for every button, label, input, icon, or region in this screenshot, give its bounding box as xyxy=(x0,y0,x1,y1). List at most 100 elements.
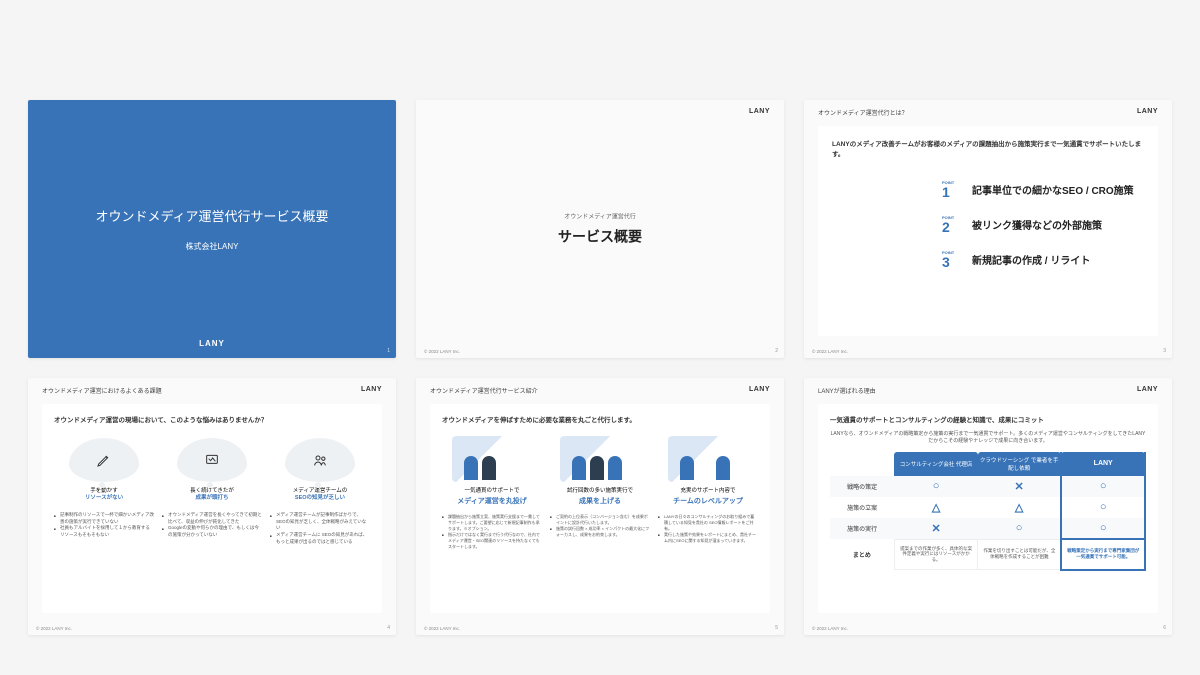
slide5-crumb: オウンドメディア運営代行サービス紹介 xyxy=(430,386,538,395)
slide4-cap3-hl: SEOの知見が乏しい xyxy=(295,495,345,501)
th-lany: LANY xyxy=(1061,452,1145,476)
r1c3: ○ xyxy=(1061,476,1145,497)
slide3-intro: LANYのメディア改善チームがお客様のメディアの課題抽出から施策実行まで一気通貫… xyxy=(832,138,1144,158)
pencil-icon xyxy=(69,438,139,482)
r3-label: 施策の実行 xyxy=(830,518,894,540)
slide-2: LANY オウンドメディア運営代行 サービス概要 © 2022 LANY Inc… xyxy=(416,100,784,358)
slide6-copyright: © 2022 LANY Inc. xyxy=(812,626,848,631)
slide4-copyright: © 2022 LANY Inc. xyxy=(36,626,72,631)
slide6-desc: LANYなら、オウンドメディアの戦略策定から施策の実行まで一気通貫でサポート。多… xyxy=(830,430,1146,444)
slide4-cap-2: 長く続けてきたが 成果が頭打ち xyxy=(190,488,234,502)
slide4-col-1: 手を動かす リソースがない xyxy=(54,438,154,502)
slide5-copyright: © 2022 LANY Inc. xyxy=(424,626,460,631)
s5c2hl: 成果を上げる xyxy=(567,497,633,506)
slide4-cols: 手を動かす リソースがない 長く続けてきたが 成果が頭打ち xyxy=(54,438,370,502)
slide4-q: オウンドメディア運営の現場において、このような悩みはありませんか？ xyxy=(54,414,370,424)
s5b2a: ご契約の上位表示（コンバージョン含む）を成果ポイントに設計代行いたします。 xyxy=(550,514,650,526)
slide6-crumb: LANYが選ばれる理由 xyxy=(818,386,876,395)
r2c2: △ xyxy=(978,497,1062,518)
slide4-bul-2: オウンドメディア運営を長くやってきて初期と比べて、収益の伸びが鈍化してきた Go… xyxy=(162,512,262,546)
slide4-cap-1: 手を動かす リソースがない xyxy=(85,488,123,502)
slide4-cap2-hl: 成果が頭打ち xyxy=(195,495,228,501)
slide3-pagenum: 3 xyxy=(1163,348,1166,354)
slide2-copyright: © 2022 LANY Inc. xyxy=(424,349,460,354)
s5c1hl: メディア運営を丸投げ xyxy=(457,497,527,506)
s5b2b: 施策の試行回数 × 成功率 × インパクトの最大化にフォーカスし、成果をお約束し… xyxy=(550,526,650,538)
slide5-col-1: 一気通貫のサポートで メディア運営を丸投げ 課題抽出から施策立案、施策実行支援ま… xyxy=(442,436,542,550)
slide4-crumb: オウンドメディア運営におけるよくある課題 xyxy=(42,386,162,395)
slide5-logo: LANY xyxy=(749,386,770,393)
slide1-pagenum: 1 xyxy=(387,348,390,354)
r1-label: 戦略の策定 xyxy=(830,476,894,497)
row-summary: まとめ 提案までの作業が多く、具体的な案件定義や実行にはリソースがかかる。 作業… xyxy=(830,539,1145,570)
r1c1: ○ xyxy=(894,476,978,497)
slide3-point-2: POINT 2 被リンク獲得などの外部施策 xyxy=(942,207,1144,242)
slide4-body: オウンドメディア運営の現場において、このような悩みはありませんか？ 手を動かす … xyxy=(42,404,382,614)
slide5-col-2: 試行回数の多い施策実行で 成果を上げる ご契約の上位表示（コンバージョン含む）を… xyxy=(550,436,650,550)
row-2: LANY オウンドメディア運営におけるよくある課題 オウンドメディア運営の現場に… xyxy=(28,378,1172,636)
comparison-table: コンサルティング会社 代理店 クラウドソーシング で業者を手配し依頼 LANY … xyxy=(830,452,1146,571)
s5b3b: 実行した施策や効果をレポートにまとめ、貴社チーム内にSEOに関する知見が溜まって… xyxy=(658,532,758,544)
slide4-cap3-pre: メディア運営チームの xyxy=(293,488,347,494)
th-consult: コンサルティング会社 代理店 xyxy=(894,452,978,476)
slide-1: オウンドメディア運営代行サービス概要 株式会社LANY LANY 1 xyxy=(28,100,396,358)
slide3-point-3: POINT 3 新規記事の作成 / リライト xyxy=(942,242,1144,277)
th-empty xyxy=(830,452,894,476)
slide3-crumb: オウンドメディア運営代行とは？ xyxy=(818,108,908,117)
s4b3b: メディア運営チームに SEOの知見があれば、もっと成果が出るのではと感じている xyxy=(270,532,370,546)
summary-3: 戦略策定から実行まで専門家集団が一気通貫でサポート可能。 xyxy=(1061,539,1145,570)
summary-2: 作業を切り出すことは可能だが、全体戦略を作成することが困難 xyxy=(978,539,1062,570)
slide4-col-2: 長く続けてきたが 成果が頭打ち xyxy=(162,438,262,502)
point3-num-wrap: POINT 3 xyxy=(942,250,960,269)
illust-results-icon xyxy=(560,436,640,482)
slide-4: LANY オウンドメディア運営におけるよくある課題 オウンドメディア運営の現場に… xyxy=(28,378,396,636)
slide-6: LANY LANYが選ばれる理由 一気通貫のサポートとコンサルティングの経験と知… xyxy=(804,378,1172,636)
slide1-title: オウンドメディア運営代行サービス概要 xyxy=(95,206,328,225)
s5b3a: LANYの日々のコンサルティングのお取り組みで蓄積している知見を貴社の SEO情… xyxy=(658,514,758,532)
point1-num: 1 xyxy=(942,185,950,199)
s4b2b: Googleの変動や何らかの理由で、もしくは今の施策が分かっていない xyxy=(162,525,262,539)
th-crowd: クラウドソーシング で業者を手配し依頼 xyxy=(978,452,1062,476)
s4b1a: 記事制作のリソースで一杯で細かいメディア改善の施策が実行できていない xyxy=(54,512,154,526)
s5c1pre: 一気通貫のサポートで xyxy=(464,488,519,494)
s4b3a: メディア運営チームが記事制作ばかりで、SEOの知見が乏しく、全体戦略がみえていな… xyxy=(270,512,370,532)
slide-5: LANY オウンドメディア運営代行サービス紹介 オウンドメディアを伸ばすために必… xyxy=(416,378,784,636)
slide6-logo: LANY xyxy=(1137,386,1158,393)
slide3-body: LANYのメディア改善チームがお客様のメディアの課題抽出から施策実行まで一気通貫… xyxy=(818,126,1158,336)
chart-down-icon xyxy=(177,438,247,482)
illust-delegate-icon xyxy=(452,436,532,482)
row-exec: 施策の実行 ✕ ○ ○ xyxy=(830,518,1145,540)
slide4-bul-3: メディア運営チームが記事制作ばかりで、SEOの知見が乏しく、全体戦略がみえていな… xyxy=(270,512,370,546)
point3-text: 新規記事の作成 / リライト xyxy=(972,252,1090,267)
slide2-pagenum: 2 xyxy=(775,348,778,354)
summary-label: まとめ xyxy=(830,539,894,570)
s5b1a: 課題抽出から施策立案、施策実行支援まで一貫してサポートします。ご要望に応じて新規… xyxy=(442,514,542,532)
slide2-center: オウンドメディア運営代行 サービス概要 xyxy=(558,211,642,246)
slide4-bul-1: 記事制作のリソースで一杯で細かいメディア改善の施策が実行できていない 社員もアル… xyxy=(54,512,154,546)
row-plan: 施策の立案 △ △ ○ xyxy=(830,497,1145,518)
row-strategy: 戦略の策定 ○ ✕ ○ xyxy=(830,476,1145,497)
point3-num: 3 xyxy=(942,255,950,269)
r3c2: ○ xyxy=(978,518,1062,540)
slide-3: LANY オウンドメディア運営代行とは？ LANYのメディア改善チームがお客様の… xyxy=(804,100,1172,358)
slide5-cap-2: 試行回数の多い施策実行で 成果を上げる xyxy=(567,488,633,506)
team-icon xyxy=(285,438,355,482)
slide2-pre: オウンドメディア運営代行 xyxy=(558,211,642,220)
slide4-logo: LANY xyxy=(361,386,382,393)
point2-text: 被リンク獲得などの外部施策 xyxy=(972,217,1102,232)
summary-1: 提案までの作業が多く、具体的な案件定義や実行にはリソースがかかる。 xyxy=(894,539,978,570)
slide4-col-3: メディア運営チームの SEOの知見が乏しい xyxy=(270,438,370,502)
point2-num-wrap: POINT 2 xyxy=(942,215,960,234)
slide5-q: オウンドメディアを伸ばすために必要な業務を丸ごと代行します。 xyxy=(442,414,758,424)
slide1-company: 株式会社LANY xyxy=(186,241,239,252)
slide4-bullets: 記事制作のリソースで一杯で細かいメディア改善の施策が実行できていない 社員もアル… xyxy=(54,512,370,546)
slide5-cols: 一気通貫のサポートで メディア運営を丸投げ 課題抽出から施策立案、施策実行支援ま… xyxy=(442,436,758,550)
point2-num: 2 xyxy=(942,220,950,234)
r2c3: ○ xyxy=(1061,497,1145,518)
slide1-logo: LANY xyxy=(199,339,225,348)
slide5-cap-3: 充実のサポート内容で チームのレベルアップ xyxy=(673,488,743,506)
slide5-col-3: 充実のサポート内容で チームのレベルアップ LANYの日々のコンサルティングのお… xyxy=(658,436,758,550)
slide4-pagenum: 4 xyxy=(387,625,390,631)
row-1: オウンドメディア運営代行サービス概要 株式会社LANY LANY 1 LANY … xyxy=(28,100,1172,358)
slide4-cap2-pre: 長く続けてきたが xyxy=(190,488,234,494)
